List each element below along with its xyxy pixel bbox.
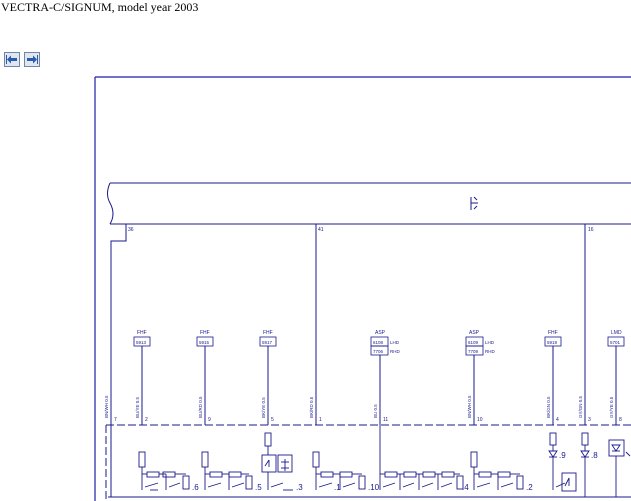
wire-label: BK/YE 0.5 bbox=[261, 397, 266, 418]
connector-2: FHF 5915 bbox=[196, 330, 214, 347]
pin-number: 8 bbox=[619, 417, 622, 423]
wire-label: BU/RD 0.5 bbox=[198, 396, 203, 418]
switch-label: .4 bbox=[462, 483, 469, 492]
connector-label: FHF bbox=[200, 330, 210, 336]
connector-label: FHF bbox=[263, 330, 273, 336]
pin-number: 11 bbox=[383, 417, 388, 423]
switch-label: .3 bbox=[296, 483, 303, 492]
pin-number: 7 bbox=[114, 417, 117, 423]
connector-label: LMD bbox=[611, 330, 622, 336]
pin-number: 5 bbox=[271, 417, 274, 423]
switch-label: .10 bbox=[368, 483, 380, 492]
switch-group-6 bbox=[470, 451, 524, 490]
connector-code: 5915 bbox=[199, 340, 210, 345]
switch-group-5 bbox=[379, 425, 464, 490]
diagram-frame bbox=[94, 76, 631, 501]
ground-symbol-icon bbox=[470, 196, 478, 210]
switch-group-9 bbox=[608, 439, 631, 497]
bus-pin-mid: 41 bbox=[318, 227, 324, 233]
connector-label: FHF bbox=[548, 330, 558, 336]
wire-label: BN/WH 0.5 bbox=[467, 395, 472, 418]
switch-label: .5 bbox=[255, 483, 262, 492]
connector-tag: LHD bbox=[485, 340, 495, 345]
connector-tag-alt: RHD bbox=[390, 349, 400, 354]
connector-6: FHF 5919 bbox=[544, 330, 562, 347]
wire-label: BU 0.5 bbox=[373, 404, 378, 418]
switch-group-8 bbox=[580, 432, 590, 497]
bus-bar bbox=[107, 182, 631, 225]
switch-label: .8 bbox=[591, 451, 598, 460]
connector-wires bbox=[141, 346, 617, 425]
pin-number: 2 bbox=[145, 417, 148, 423]
connector-code: 5913 bbox=[136, 340, 147, 345]
pin-number: 1 bbox=[319, 417, 322, 423]
bus-wires bbox=[110, 224, 586, 425]
connector-code: 5701 bbox=[610, 340, 621, 345]
connector-code-alt: 7709 bbox=[468, 349, 479, 354]
pin-number: 3 bbox=[588, 417, 591, 423]
switch-group-3 bbox=[261, 432, 293, 491]
pin-number: 9 bbox=[208, 417, 211, 423]
switch-group-1 bbox=[138, 451, 190, 491]
connector-5: ASP 6109 7709 LHD RHD bbox=[465, 330, 495, 356]
wire-label: GY/YE 0.5 bbox=[609, 396, 614, 418]
connector-code: 5917 bbox=[262, 340, 273, 345]
connector-code: 5919 bbox=[547, 340, 558, 345]
connector-code-alt: 7706 bbox=[373, 349, 384, 354]
connector-1: FHF 5913 bbox=[133, 330, 151, 347]
connector-label: ASP bbox=[375, 330, 386, 336]
switch-label: .9 bbox=[559, 451, 566, 460]
connector-label: ASP bbox=[469, 330, 480, 336]
bus-pin-right: 16 bbox=[588, 227, 594, 233]
connector-code: 6109 bbox=[468, 340, 479, 345]
switch-label: .1 bbox=[334, 483, 341, 492]
connector-4: ASP 6108 7706 LHD RHD bbox=[370, 330, 400, 356]
pin-number: 10 bbox=[477, 417, 483, 423]
wire-label: BK/GN 0.5 bbox=[546, 396, 551, 418]
pin-number: 4 bbox=[556, 417, 559, 423]
connector-3: FHF 5917 bbox=[259, 330, 277, 347]
switch-label: .6 bbox=[192, 483, 199, 492]
switch-group-2 bbox=[201, 451, 253, 490]
wire-label: BK/RD 0.5 bbox=[309, 396, 314, 418]
connector-tag: LHD bbox=[390, 340, 400, 345]
connector-7: LMD 5701 bbox=[607, 330, 625, 347]
switch-label: .2 bbox=[526, 483, 533, 492]
connector-tag-alt: RHD bbox=[485, 349, 495, 354]
switch-group-7 bbox=[548, 432, 577, 492]
wire-label: BU/YE 0.5 bbox=[135, 396, 140, 418]
wiring-diagram: 36 41 16 FHF 5913 FHF 5915 FHF 5917 ASP … bbox=[94, 76, 631, 501]
connector-code: 6108 bbox=[373, 340, 384, 345]
bus-pin-left: 36 bbox=[128, 227, 134, 233]
wire-label: BN/WH 0.5 bbox=[104, 395, 109, 418]
connector-label: FHF bbox=[137, 330, 147, 336]
wire-label: GY/GN 0.5 bbox=[578, 395, 583, 418]
